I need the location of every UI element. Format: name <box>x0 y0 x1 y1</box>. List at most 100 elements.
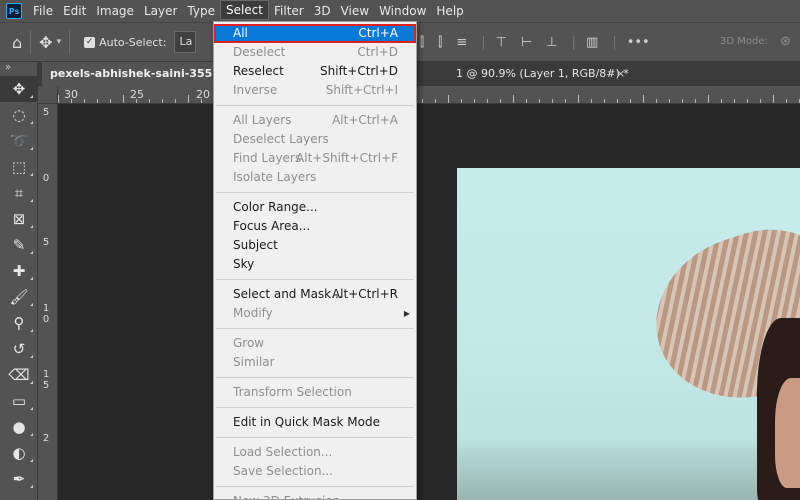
menu-select[interactable]: Select <box>219 0 269 20</box>
align-middle-icon[interactable]: ⊢ <box>521 35 532 50</box>
select-menu-item-find-layers[interactable]: Find Layers Alt+Shift+Ctrl+F <box>214 149 416 168</box>
ruler-tick <box>487 99 488 103</box>
ruler-label: 20 <box>196 88 210 101</box>
3d-orbit-icon[interactable]: ⊛ <box>780 34 791 49</box>
menu-item-shortcut: Alt+Ctrl+A <box>332 113 398 127</box>
chevron-down-icon[interactable]: ▾ <box>57 37 62 47</box>
blur-tool-icon[interactable]: ● <box>0 414 38 440</box>
menu-separator <box>216 105 414 106</box>
select-menu-item-focus-area[interactable]: Focus Area... <box>214 217 416 236</box>
select-menu-item-transform-selection[interactable]: Transform Selection <box>214 383 416 402</box>
history-brush-tool-icon[interactable]: ↺ <box>0 336 38 362</box>
select-menu-item-modify[interactable]: Modify ▶ <box>214 304 416 323</box>
lasso-tool-icon[interactable]: ➰ <box>0 128 38 154</box>
document-tab[interactable]: pexels-abhishek-saini-3552962. <box>42 62 218 86</box>
align-top-icon[interactable]: ⊤ <box>496 35 507 50</box>
select-menu-item-save-selection[interactable]: Save Selection... <box>214 462 416 481</box>
align-buttons: ⫿ ⫿ ≡ | ⊤ ⊢ ⊥ | ▥ | ••• <box>420 23 664 61</box>
object-select-tool-icon[interactable]: ⬚ <box>0 154 38 180</box>
tool-flyout-indicator <box>30 199 33 202</box>
auto-select-checkbox[interactable]: ✓ <box>84 36 96 48</box>
vertical-ruler[interactable]: 5 0 5 1 0 1 5 2 <box>38 104 58 500</box>
tool-flyout-indicator <box>30 355 33 358</box>
tool-flyout-indicator <box>30 433 33 436</box>
menu-window[interactable]: Window <box>374 0 431 22</box>
menu-item-label: Similar <box>233 355 275 369</box>
select-menu-item-isolate-layers[interactable]: Isolate Layers <box>214 168 416 187</box>
eyedropper-tool-icon[interactable]: ✎ <box>0 232 38 258</box>
distribute-icon[interactable]: ▥ <box>586 35 598 50</box>
align-center-icon[interactable]: ⫿ <box>438 35 442 50</box>
select-menu-item-new-3d-extrusion[interactable]: New 3D Extrusion <box>214 492 416 499</box>
auto-select-dropdown[interactable]: La <box>174 31 197 53</box>
healing-brush-tool-icon[interactable]: ✚ <box>0 258 38 284</box>
tool-flyout-indicator <box>30 121 33 124</box>
select-menu-item-deselect-layers[interactable]: Deselect Layers <box>214 130 416 149</box>
menu-type[interactable]: Type <box>182 0 220 22</box>
menu-item-label: Focus Area... <box>233 219 311 233</box>
move-icon[interactable]: ✥ <box>39 33 52 52</box>
select-menu-item-reselect[interactable]: Reselect Shift+Ctrl+D <box>214 62 416 81</box>
crop-tool-icon[interactable]: ⌗ <box>0 180 38 206</box>
select-menu-item-inverse[interactable]: Inverse Shift+Ctrl+I <box>214 81 416 100</box>
home-icon[interactable]: ⌂ <box>12 33 22 52</box>
select-menu-item-subject[interactable]: Subject <box>214 236 416 255</box>
align-right-icon[interactable]: ≡ <box>456 35 467 50</box>
select-menu-item-sky[interactable]: Sky <box>214 255 416 274</box>
tool-flyout-indicator <box>30 277 33 280</box>
dodge-tool-icon[interactable]: ◐ <box>0 440 38 466</box>
document-tab-info[interactable]: 1 @ 90.9% (Layer 1, RGB/8#) * <box>456 62 629 86</box>
align-left-icon[interactable]: ⫿ <box>420 35 424 50</box>
menu-layer[interactable]: Layer <box>139 0 182 22</box>
ruler-tick <box>760 99 761 103</box>
menu-view[interactable]: View <box>336 0 374 22</box>
ruler-tick <box>669 99 670 103</box>
menu-item-shortcut: Ctrl+D <box>357 45 398 59</box>
tool-flyout-indicator <box>30 459 33 462</box>
select-menu-item-edit-in-quick-mask-mode[interactable]: Edit in Quick Mask Mode <box>214 413 416 432</box>
ruler-label: 5 <box>42 237 50 248</box>
ruler-tick <box>682 99 683 103</box>
ruler-tick <box>578 95 579 103</box>
select-menu-dropdown: All Ctrl+A Deselect Ctrl+D Reselect Shift+Ctr… <box>213 21 417 500</box>
tool-flyout-indicator <box>30 95 33 98</box>
menu-edit[interactable]: Edit <box>58 0 91 22</box>
move-tool-icon[interactable]: ✥ <box>0 76 38 102</box>
eraser-tool-icon[interactable]: ⌫ <box>0 362 38 388</box>
close-tab-icon[interactable]: × <box>616 62 625 86</box>
select-menu-item-similar[interactable]: Similar <box>214 353 416 372</box>
clone-stamp-tool-icon[interactable]: ⚲ <box>0 310 38 336</box>
menu-item-label: Inverse <box>233 83 278 97</box>
menu-separator <box>216 279 414 280</box>
ruler-tick <box>71 99 72 103</box>
select-menu-item-all-layers[interactable]: All Layers Alt+Ctrl+A <box>214 111 416 130</box>
select-menu-item-color-range[interactable]: Color Range... <box>214 198 416 217</box>
select-menu-item-grow[interactable]: Grow <box>214 334 416 353</box>
menu-3d[interactable]: 3D <box>309 0 336 22</box>
menu-separator <box>216 328 414 329</box>
marquee-tool-icon[interactable]: ◌ <box>0 102 38 128</box>
gradient-tool-icon[interactable]: ▭ <box>0 388 38 414</box>
menu-image[interactable]: Image <box>91 0 139 22</box>
ruler-tick <box>747 99 748 103</box>
select-menu-item-all[interactable]: All Ctrl+A <box>214 24 416 43</box>
document-image[interactable] <box>457 168 800 500</box>
align-bottom-icon[interactable]: ⊥ <box>546 35 557 50</box>
menu-help[interactable]: Help <box>431 0 468 22</box>
select-menu-item-select-and-mask[interactable]: Select and Mask... Alt+Ctrl+R <box>214 285 416 304</box>
select-menu-item-deselect[interactable]: Deselect Ctrl+D <box>214 43 416 62</box>
frame-tool-icon[interactable]: ⊠ <box>0 206 38 232</box>
horizontal-ruler[interactable]: 30 25 20 <box>58 86 800 104</box>
menu-item-label: New 3D Extrusion <box>233 492 340 499</box>
brush-tool-icon[interactable]: 🖌 <box>0 284 38 310</box>
ruler-tick <box>786 99 787 103</box>
menu-filter[interactable]: Filter <box>269 0 309 22</box>
select-menu-item-load-selection[interactable]: Load Selection... <box>214 443 416 462</box>
menu-item-label: Find Layers <box>233 151 302 165</box>
ruler-tick <box>591 99 592 103</box>
expand-panel-icon[interactable]: » <box>0 62 37 76</box>
menu-item-shortcut: Ctrl+A <box>358 26 398 40</box>
menu-file[interactable]: File <box>28 0 58 22</box>
more-icon[interactable]: ••• <box>627 35 650 50</box>
pen-tool-icon[interactable]: ✒ <box>0 466 38 492</box>
